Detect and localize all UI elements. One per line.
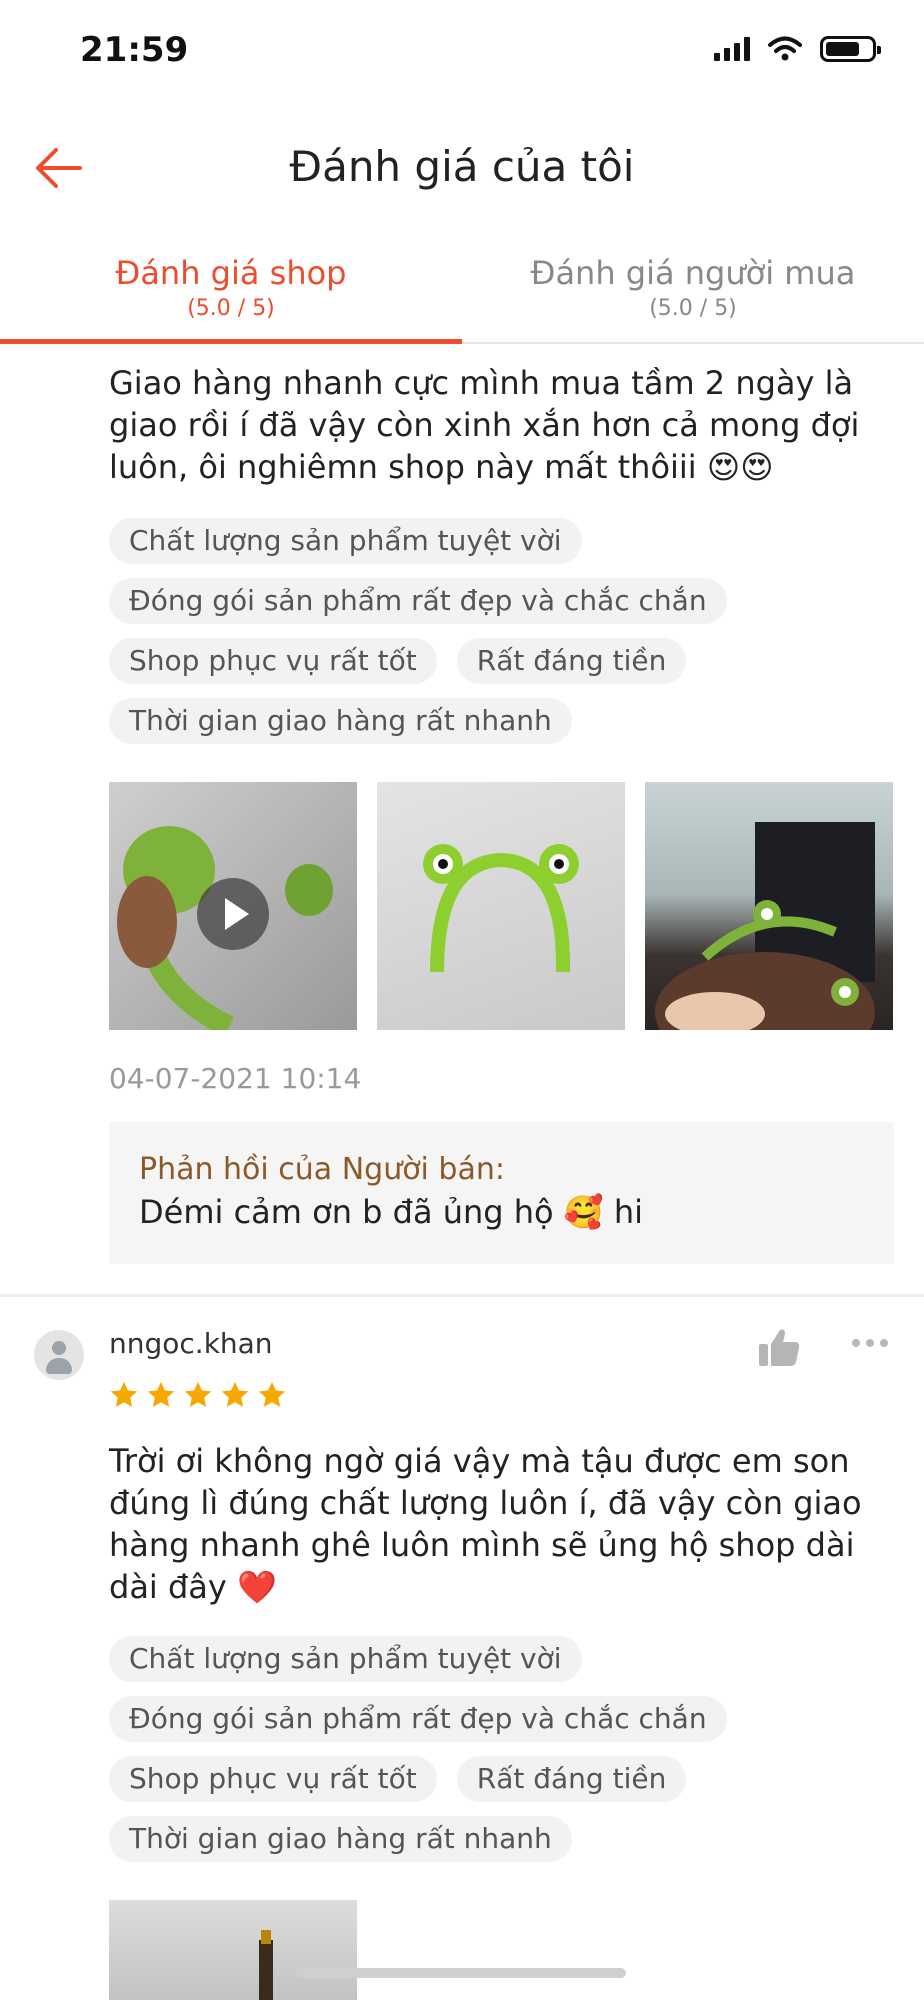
divider: [0, 1294, 924, 1297]
star-icon: [184, 1381, 212, 1407]
review-tag: Rất đáng tiền: [456, 638, 687, 684]
tab-label: Đánh giá shop: [115, 254, 347, 292]
rating-stars: [109, 1380, 287, 1410]
review-photo-thumbnail[interactable]: [645, 782, 893, 1030]
app-header: Đánh giá của tôi: [0, 120, 924, 216]
star-icon: [147, 1381, 175, 1407]
review-photo-thumbnail[interactable]: [377, 782, 625, 1030]
lipstick-photo: [259, 1930, 273, 2000]
tab-bar: Đánh giá shop (5.0 / 5) Đánh giá người m…: [0, 246, 924, 344]
review-tag: Đóng gói sản phẩm rất đẹp và chắc chắn: [109, 1696, 727, 1742]
review-tag: Rất đáng tiền: [456, 1756, 687, 1802]
review-text: Trời ơi không ngờ giá vậy mà tậu được em…: [109, 1442, 862, 1606]
cellular-signal-icon: [714, 37, 750, 61]
review-tags: Chất lượng sản phẩm tuyệt vời Đóng gói s…: [109, 518, 899, 744]
home-indicator[interactable]: [296, 1968, 626, 1978]
review-tags: Chất lượng sản phẩm tuyệt vời Đóng gói s…: [109, 1636, 899, 1862]
frog-headband-photo: [423, 844, 579, 973]
review-text: Giao hàng nhanh cực mình mua tầm 2 ngày …: [109, 364, 860, 486]
status-time: 21:59: [80, 30, 189, 70]
review-tag: Đóng gói sản phẩm rất đẹp và chắc chắn: [109, 578, 727, 624]
tab-shop-reviews[interactable]: Đánh giá shop (5.0 / 5): [0, 246, 462, 344]
tab-score: (5.0 / 5): [649, 296, 737, 321]
tab-score: (5.0 / 5): [187, 296, 275, 321]
seller-reply-title: Phản hồi của Người bán:: [139, 1152, 505, 1187]
status-bar: 21:59: [0, 0, 924, 100]
review-tag: Thời gian giao hàng rất nhanh: [109, 1816, 572, 1862]
person-wearing-headband-photo: [655, 822, 875, 1030]
page-title: Đánh giá của tôi: [289, 142, 635, 191]
avatar-icon[interactable]: [34, 1330, 84, 1380]
star-icon: [110, 1381, 138, 1407]
review-tag: Chất lượng sản phẩm tuyệt vời: [109, 1636, 582, 1682]
seller-reply: Phản hồi của Người bán: Démi cảm ơn b đã…: [109, 1122, 894, 1264]
thumbs-up-icon[interactable]: [756, 1324, 802, 1370]
status-icons: [714, 36, 881, 62]
wifi-icon: [768, 36, 802, 61]
battery-icon: [820, 36, 881, 62]
review-photo-thumbnail[interactable]: [109, 1900, 357, 2000]
seller-reply-text: Démi cảm ơn b đã ủng hộ 🥰 hi: [139, 1193, 643, 1231]
review-tag: Chất lượng sản phẩm tuyệt vời: [109, 518, 582, 564]
more-icon[interactable]: [852, 1339, 888, 1347]
review-date: 04-07-2021 10:14: [109, 1062, 362, 1095]
star-icon: [258, 1381, 286, 1407]
play-icon[interactable]: [197, 878, 269, 950]
reviewer-username[interactable]: nngoc.khan: [109, 1327, 273, 1360]
star-icon: [221, 1381, 249, 1407]
review-media: [109, 782, 893, 1030]
review-video-thumbnail[interactable]: [109, 782, 357, 1030]
review-tag: Shop phục vụ rất tốt: [109, 638, 437, 684]
review-tag: Shop phục vụ rất tốt: [109, 1756, 437, 1802]
tab-buyer-reviews[interactable]: Đánh giá người mua (5.0 / 5): [462, 246, 924, 342]
review-tag: Thời gian giao hàng rất nhanh: [109, 698, 572, 744]
tab-label: Đánh giá người mua: [530, 254, 856, 292]
